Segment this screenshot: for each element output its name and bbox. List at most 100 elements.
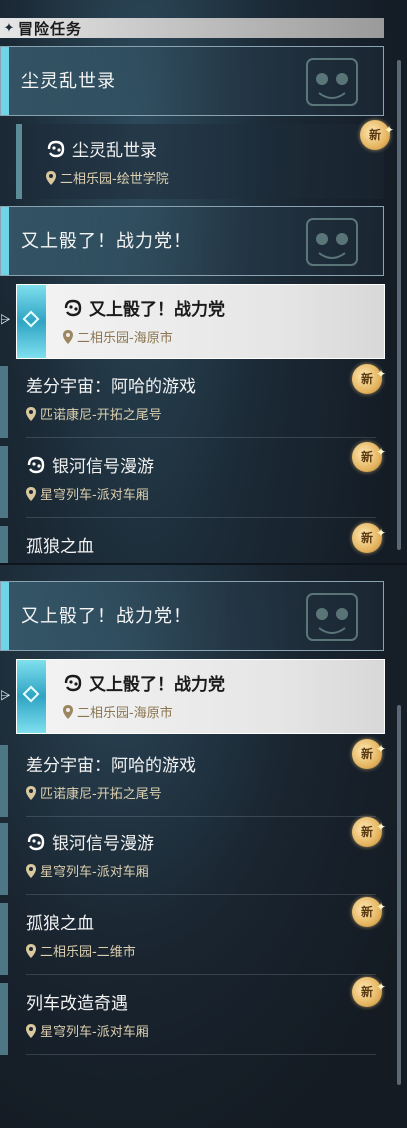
location-pin-icon xyxy=(26,943,36,958)
quest-item-active[interactable]: 又上骰了！战力党 二相乐园-海原市 xyxy=(16,284,385,359)
quest-item-lieche[interactable]: 列车改造奇遇 星穹列车-派对车厢 xyxy=(0,983,384,1055)
new-badge-icon: 新 ✦ xyxy=(352,523,386,553)
quest-name: 又上骰了！战力党 xyxy=(89,300,225,320)
chapter-emblem-icon xyxy=(306,218,358,266)
quest-name: 尘灵乱世录 xyxy=(72,141,157,161)
new-badge-icon: 新 ✦ xyxy=(352,442,386,472)
quest-location-row: 二相乐园-海原市 xyxy=(63,327,173,346)
quest-item-active[interactable]: 又上骰了！战力党 二相乐园-海原市 xyxy=(16,659,385,734)
diamond-icon xyxy=(22,310,40,328)
divider xyxy=(26,816,376,817)
quest-accent-bar xyxy=(0,823,8,895)
quest-accent-bar xyxy=(16,124,22,199)
badge-label: 新 xyxy=(360,450,373,464)
quest-location-row: 星穹列车-派对车厢 xyxy=(26,861,149,880)
quest-location: 二相乐园-绘世学院 xyxy=(60,172,169,187)
divider xyxy=(26,517,376,518)
quest-name-row: 差分宇宙：阿哈的游戏 xyxy=(26,751,196,776)
chapter-accent-bar xyxy=(1,47,9,115)
location-pin-icon xyxy=(26,863,36,878)
quest-name-row: 差分宇宙：阿哈的游戏 xyxy=(26,372,196,397)
quest-accent-bar xyxy=(0,366,8,438)
quest-name: 孤狼之血 xyxy=(26,537,94,557)
quest-item-chafen[interactable]: 差分宇宙：阿哈的游戏 匹诺康尼-开拓之尾号 xyxy=(0,745,384,817)
quest-item-yinhe[interactable]: 银河信号漫游 星穹列车-派对车厢 xyxy=(0,823,384,895)
quest-name: 银河信号漫游 xyxy=(52,457,154,477)
quest-name: 银河信号漫游 xyxy=(52,834,154,854)
quest-location: 星穹列车-派对车厢 xyxy=(40,865,149,880)
quest-name: 孤狼之血 xyxy=(26,914,94,934)
location-pin-icon xyxy=(46,170,56,185)
chapter-header-2[interactable]: 又上骰了！战力党！ xyxy=(0,206,384,276)
badge-label: 新 xyxy=(360,747,373,761)
quest-name-row: 银河信号漫游 xyxy=(26,829,154,854)
quest-name: 差分宇宙：阿哈的游戏 xyxy=(26,377,196,397)
divider xyxy=(26,974,376,975)
scrollbar[interactable] xyxy=(397,705,401,1085)
chapter-accent-bar xyxy=(1,207,9,275)
quest-item-gulang[interactable]: 孤狼之血 xyxy=(0,526,384,563)
quest-location-row: 二相乐园-海原市 xyxy=(63,702,173,721)
new-badge-icon: 新 ✦ xyxy=(352,977,386,1007)
divider xyxy=(26,437,376,438)
quest-item-yinhe[interactable]: 银河信号漫游 星穹列车-派对车厢 xyxy=(0,446,384,518)
chapter-emblem-icon xyxy=(306,58,358,106)
chapter-header[interactable]: 又上骰了！战力党！ xyxy=(0,581,384,651)
new-badge-icon: 新 ✦ xyxy=(352,364,386,394)
quest-location: 匹诺康尼-开拓之尾号 xyxy=(40,787,162,802)
location-pin-icon xyxy=(26,406,36,421)
active-side-bar xyxy=(17,285,46,358)
quest-accent-bar xyxy=(0,446,8,518)
chapter-title: 又上骰了！战力党！ xyxy=(21,606,192,627)
quest-list-bottom: 又上骰了！战力党！ ⩥ 又上骰了！战力党 二相乐园-海原市 差分宇宙：阿哈的游戏… xyxy=(0,565,407,1128)
dice-quest-icon xyxy=(64,299,82,316)
quest-item-gulang[interactable]: 孤狼之血 二相乐园-二维市 xyxy=(0,903,384,975)
location-pin-icon xyxy=(26,785,36,800)
quest-item-chenling[interactable]: 尘灵乱世录 二相乐园-绘世学院 xyxy=(16,124,384,199)
quest-location: 二相乐园-海原市 xyxy=(77,331,173,346)
quest-location: 星穹列车-派对车厢 xyxy=(40,1025,149,1040)
location-pin-icon xyxy=(63,329,73,344)
badge-label: 新 xyxy=(360,985,373,999)
scrollbar[interactable] xyxy=(397,60,401,550)
divider xyxy=(26,894,376,895)
divider xyxy=(26,1054,376,1055)
chapter-title: 尘灵乱世录 xyxy=(21,71,116,92)
badge-label: 新 xyxy=(368,128,381,142)
quest-name-row: 尘灵乱世录 xyxy=(46,136,157,161)
quest-location-row: 二相乐园-绘世学院 xyxy=(46,168,169,187)
quest-location-row: 星穹列车-派对车厢 xyxy=(26,1021,149,1040)
selection-pointer-icon: ⩥ xyxy=(0,313,11,328)
quest-name-row: 孤狼之血 xyxy=(26,532,94,557)
quest-name: 差分宇宙：阿哈的游戏 xyxy=(26,756,196,776)
dice-quest-icon xyxy=(27,456,45,473)
chapter-title: 又上骰了！战力党！ xyxy=(21,231,192,252)
quest-name-row: 列车改造奇遇 xyxy=(26,989,128,1014)
badge-label: 新 xyxy=(360,905,373,919)
quest-location: 匹诺康尼-开拓之尾号 xyxy=(40,408,162,423)
quest-location-row: 星穹列车-派对车厢 xyxy=(26,484,149,503)
location-pin-icon xyxy=(26,486,36,501)
badge-label: 新 xyxy=(360,825,373,839)
new-badge-icon: 新 ✦ xyxy=(352,739,386,769)
section-header: ✦ 冒险任务 xyxy=(0,18,384,38)
chapter-emblem-icon xyxy=(306,593,358,641)
dice-quest-icon xyxy=(64,674,82,691)
selection-pointer-icon: ⩥ xyxy=(0,689,11,704)
new-badge-icon: 新 ✦ xyxy=(360,120,394,150)
quest-name-row: 又上骰了！战力党 xyxy=(63,295,225,320)
quest-accent-bar xyxy=(0,526,8,563)
quest-item-chafen[interactable]: 差分宇宙：阿哈的游戏 匹诺康尼-开拓之尾号 xyxy=(0,366,384,438)
quest-name-row: 孤狼之血 xyxy=(26,909,94,934)
badge-label: 新 xyxy=(360,372,373,386)
new-badge-icon: 新 ✦ xyxy=(352,897,386,927)
dice-quest-icon xyxy=(27,833,45,850)
quest-accent-bar xyxy=(0,745,8,817)
chapter-header-1[interactable]: 尘灵乱世录 xyxy=(0,46,384,116)
quest-name-row: 又上骰了！战力党 xyxy=(63,670,225,695)
location-pin-icon xyxy=(63,704,73,719)
new-badge-icon: 新 ✦ xyxy=(352,817,386,847)
quest-location-row: 二相乐园-二维市 xyxy=(26,941,136,960)
section-title: 冒险任务 xyxy=(18,19,83,38)
chapter-accent-bar xyxy=(1,582,9,650)
